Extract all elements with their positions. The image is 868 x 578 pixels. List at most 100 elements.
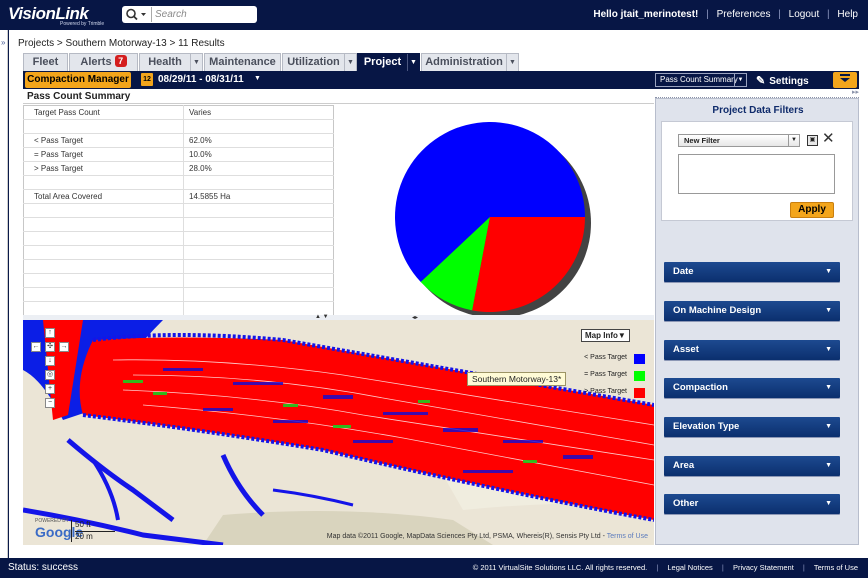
chevron-down-icon[interactable]: ▼ <box>506 54 518 72</box>
row-label: > Pass Target <box>23 161 184 176</box>
table-row <box>23 119 334 134</box>
row-label: < Pass Target <box>23 133 184 148</box>
tab-utilization[interactable]: Utilization ▼ <box>282 53 357 72</box>
filter-section-asset[interactable]: Asset ▼ <box>664 340 840 360</box>
zoom-in-button[interactable]: + <box>45 384 55 394</box>
row-value <box>183 259 334 274</box>
table-row <box>23 287 334 302</box>
right-panel-header: ▸▸ <box>655 88 859 98</box>
chevron-down-icon: ▼ <box>825 423 832 430</box>
menu-toggle-button[interactable] <box>833 72 857 88</box>
tab-alerts[interactable]: Alerts 7 <box>69 53 138 72</box>
menu-icon <box>840 74 850 82</box>
main-content: Projects > Southern Motorway-13 > 11 Res… <box>9 30 868 558</box>
calendar-icon[interactable]: 12 <box>141 73 153 86</box>
legend-item: > Pass Target <box>563 386 653 403</box>
row-value <box>183 245 334 260</box>
pan-left-button[interactable]: ← <box>31 342 41 352</box>
chevron-down-icon[interactable]: ▼ <box>344 54 356 72</box>
tab-project[interactable]: Project ▼ <box>357 53 420 72</box>
google-logo[interactable]: POWERED BY Google <box>25 518 83 542</box>
chevron-down-icon: ▼ <box>825 500 832 507</box>
map-terms-link[interactable]: Terms of Use <box>607 533 648 540</box>
tab-administration[interactable]: Administration ▼ <box>421 53 519 72</box>
chevron-down-icon: ▼ <box>825 384 832 391</box>
table-row <box>23 175 334 190</box>
filter-section-area[interactable]: Area ▼ <box>664 456 840 476</box>
row-value: 14.5855 Ha <box>183 189 334 204</box>
tab-health[interactable]: Health ▼ <box>139 53 203 72</box>
chevron-down-icon: ▼ <box>617 331 626 340</box>
reset-view-button[interactable]: ✣ <box>45 342 55 352</box>
save-icon[interactable]: ▣ <box>807 135 818 146</box>
table-row <box>23 217 334 232</box>
help-link[interactable]: Help <box>837 9 858 20</box>
table-row: = Pass Target 10.0% <box>23 147 334 162</box>
settings-button[interactable]: ✎ Settings <box>756 74 809 87</box>
row-value <box>183 301 334 316</box>
visionlink-logo[interactable]: VisionLink Powered by Trimble <box>8 3 108 27</box>
preferences-link[interactable]: Preferences <box>717 9 771 20</box>
zoom-out-button[interactable]: − <box>45 398 55 408</box>
pan-right-button[interactable]: → <box>59 342 69 352</box>
wrench-icon: ✎ <box>756 75 766 87</box>
row-value <box>183 273 334 288</box>
filter-select[interactable]: New Filter ▼ <box>678 134 800 147</box>
row-label <box>23 259 184 274</box>
search-scope-button[interactable] <box>124 7 152 22</box>
legal-notices-link[interactable]: Legal Notices <box>667 563 712 572</box>
filter-section-other[interactable]: Other ▼ <box>664 494 840 514</box>
row-label <box>23 217 184 232</box>
collapse-panel-icon[interactable]: ▸▸ <box>852 88 859 96</box>
chevron-down-icon[interactable]: ▼ <box>407 54 419 72</box>
compaction-map[interactable]: ↑ ← ✣ → ↓ ◎ + − Map Info▼ < Pass Target … <box>23 320 654 545</box>
row-value <box>183 203 334 218</box>
legend-item: = Pass Target <box>563 369 653 386</box>
top-bar: VisionLink Powered by Trimble Hello jtai… <box>0 0 868 30</box>
legend-item: < Pass Target <box>563 352 653 369</box>
row-label <box>23 273 184 288</box>
project-toolbar: Compaction Manager 12 08/29/11 - 08/31/1… <box>23 71 859 89</box>
footer: Status: success © 2011 VirtualSite Solut… <box>0 558 868 578</box>
tab-maintenance[interactable]: Maintenance <box>204 53 281 72</box>
row-label <box>23 287 184 302</box>
chevron-down-icon[interactable]: ▼ <box>254 75 261 82</box>
expand-arrow-icon[interactable]: » <box>1 38 5 47</box>
map-info-button[interactable]: Map Info▼ <box>581 329 630 342</box>
logout-link[interactable]: Logout <box>789 9 820 20</box>
row-label: Target Pass Count <box>23 105 184 120</box>
user-menu: Hello jtait_merinotest! | Preferences | … <box>593 9 858 20</box>
tab-fleet[interactable]: Fleet <box>23 53 68 72</box>
table-row <box>23 245 334 260</box>
zoom-extent-button[interactable]: ◎ <box>45 370 55 380</box>
date-range[interactable]: 08/29/11 - 08/31/11 <box>158 74 244 85</box>
map-scale: 50 ft 20 m <box>71 520 121 542</box>
pan-down-button[interactable]: ↓ <box>45 356 55 366</box>
terms-of-use-link[interactable]: Terms of Use <box>814 563 858 572</box>
apply-button[interactable]: Apply <box>790 202 834 218</box>
filter-section-date[interactable]: Date ▼ <box>664 262 840 282</box>
privacy-statement-link[interactable]: Privacy Statement <box>733 563 794 572</box>
compaction-manager-button[interactable]: Compaction Manager <box>25 72 131 88</box>
close-icon[interactable]: ✕ <box>822 130 835 147</box>
footer-links: © 2011 VirtualSite Solutions LLC. All ri… <box>472 563 858 572</box>
legend-swatch <box>634 371 645 381</box>
pie-slice[interactable] <box>472 217 585 312</box>
row-value: 62.0% <box>183 133 334 148</box>
filter-section-elevation-type[interactable]: Elevation Type ▼ <box>664 417 840 437</box>
filter-section-compaction[interactable]: Compaction ▼ <box>664 378 840 398</box>
filter-editor: New Filter ▼ ▣ ✕ Apply <box>661 121 853 221</box>
filter-description-input[interactable] <box>678 154 835 194</box>
map-canvas <box>23 320 654 545</box>
breadcrumb: Projects > Southern Motorway-13 > 11 Res… <box>18 38 225 49</box>
chevron-down-icon: ▼ <box>788 135 799 146</box>
chevron-down-icon[interactable]: ▼ <box>190 54 202 72</box>
chevron-down-icon <box>141 13 146 16</box>
summary-view-select[interactable]: Pass Count Summary ▼ <box>655 73 747 87</box>
collapse-strip[interactable]: » <box>0 30 8 558</box>
search-input[interactable] <box>155 7 253 22</box>
legend-swatch <box>634 388 645 398</box>
filter-section-on-machine-design[interactable]: On Machine Design ▼ <box>664 301 840 321</box>
alerts-count-badge: 7 <box>114 55 127 67</box>
pan-up-button[interactable]: ↑ <box>45 328 55 338</box>
